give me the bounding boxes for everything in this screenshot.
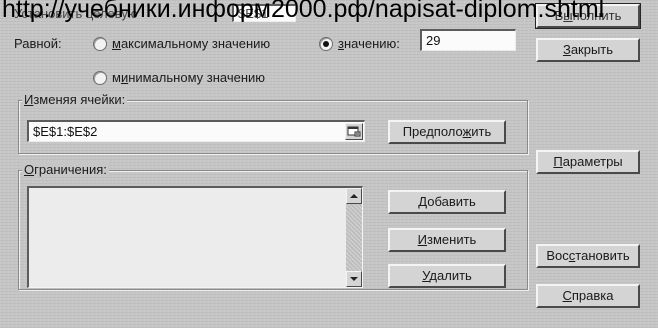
constraints-label: Ограничения: [22,162,109,177]
radio-max-label[interactable]: максимальному значению [112,36,270,51]
add-button[interactable]: Добавить [388,190,506,214]
solver-parameters-dialog: http://учебники.информ2000.рф/napisat-di… [0,0,658,328]
changing-cells-value: $E$1:$E$2 [33,124,98,139]
scroll-up-arrow-icon [350,194,358,198]
radio-max[interactable] [93,37,107,51]
delete-button[interactable]: Удалить [388,264,506,288]
restore-button[interactable]: Восстановить [536,244,640,268]
options-button[interactable]: Параметры [536,150,640,174]
help-button[interactable]: Справка [536,284,640,308]
scroll-down-button[interactable] [346,271,362,287]
overlay-url: http://учебники.информ2000.рф/napisat-di… [2,0,605,23]
constraints-list[interactable] [27,186,363,288]
radio-value[interactable] [319,37,333,51]
equal-to-label: Равной: [14,36,62,51]
collapse-dialog-icon[interactable] [345,123,363,140]
radio-min-label[interactable]: минимальному значению [112,70,265,85]
constraints-scrollbar[interactable] [346,188,362,287]
scroll-up-button[interactable] [346,188,362,204]
changing-cells-field[interactable]: $E$1:$E$2 [27,120,365,142]
change-button[interactable]: Изменить [388,228,506,252]
guess-button[interactable]: Предположить [388,120,506,144]
value-field[interactable]: 29 [420,29,516,51]
radio-value-label[interactable]: значению: [338,36,400,51]
close-button[interactable]: Закрыть [536,38,640,62]
radio-min[interactable] [93,71,107,85]
scroll-down-arrow-icon [350,277,358,281]
changing-cells-label: Изменяя ячейки: [22,92,128,107]
